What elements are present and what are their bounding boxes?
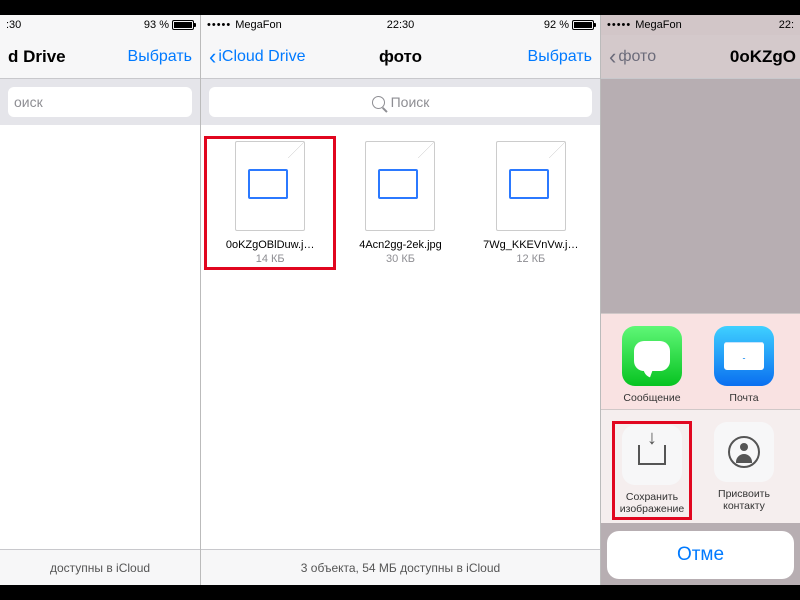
back-button[interactable]: ‹ iCloud Drive — [209, 46, 305, 68]
footer-text: 3 объекта, 54 МБ доступны в iCloud — [301, 561, 500, 575]
file-thumbnail-icon — [365, 141, 435, 231]
file-name: 7Wg_KKEVnVw.j… — [483, 239, 578, 251]
file-size: 14 КБ — [256, 253, 285, 265]
search-field[interactable]: Поиск — [209, 87, 592, 117]
share-item-label: Присвоить контакту — [705, 488, 783, 513]
chevron-left-icon: ‹ — [209, 46, 216, 68]
file-grid: 0oKZgOBlDuw.j… 14 КБ 4Acn2gg-2ek.jpg 30 … — [201, 125, 600, 555]
contact-icon — [714, 422, 774, 482]
nav-title-partial: d Drive — [8, 47, 66, 67]
footer-status: 3 объекта, 54 МБ доступны в iCloud — [201, 549, 600, 585]
file-item[interactable]: 7Wg_KKEVnVw.j… 12 КБ — [466, 137, 596, 269]
file-thumbnail-icon — [496, 141, 566, 231]
file-name: 0oKZgOBlDuw.j… — [226, 239, 315, 251]
select-button[interactable]: Выбрать — [528, 48, 592, 66]
file-item[interactable]: 0oKZgOBlDuw.j… 14 КБ — [205, 137, 335, 269]
search-field[interactable]: оиск — [8, 87, 192, 117]
file-size: 30 КБ — [386, 253, 415, 265]
share-item-label: Сообщение — [623, 392, 680, 405]
carrier-label: MegaFon — [635, 19, 681, 31]
status-bar: :30 93 % — [0, 15, 200, 35]
share-actions-row: Сохранить изображение Присвоить контакту — [601, 409, 800, 523]
footer-text-partial: доступны в iCloud — [50, 561, 150, 575]
share-mail[interactable]: Почта — [705, 326, 783, 405]
back-label: фото — [618, 48, 656, 66]
share-messages[interactable]: Сообщение — [613, 326, 691, 405]
save-image-icon — [622, 425, 682, 485]
content-area — [0, 125, 200, 555]
clock: 22:30 — [201, 19, 600, 31]
screenshot-3: ••••• MegaFon 22: ‹ фото 0oKZgO Сообщени… — [600, 15, 800, 585]
nav-title-partial: 0oKZgO — [730, 47, 796, 67]
file-item[interactable]: 4Acn2gg-2ek.jpg 30 КБ — [335, 137, 465, 269]
signal-dots-icon: ••••• — [607, 19, 631, 31]
file-size: 12 КБ — [516, 253, 545, 265]
search-icon — [372, 96, 385, 109]
status-bar: ••••• MegaFon 22: — [601, 15, 800, 35]
screenshot-1: :30 93 % d Drive Выбрать оиск доступны в… — [0, 15, 200, 585]
screenshot-2: ••••• MegaFon 22:30 92 % ‹ iCloud Drive … — [200, 15, 600, 585]
cancel-button[interactable]: Отме — [607, 531, 794, 579]
back-label: iCloud Drive — [218, 48, 305, 66]
footer-status: доступны в iCloud — [0, 549, 200, 585]
search-placeholder-partial: оиск — [14, 94, 43, 110]
share-sheet: Сообщение Почта Сохранить изображение — [601, 313, 800, 585]
file-name: 4Acn2gg-2ek.jpg — [359, 239, 442, 251]
action-assign-contact[interactable]: Присвоить контакту — [705, 422, 783, 519]
messages-icon — [622, 326, 682, 386]
nav-bar: ‹ фото 0oKZgO — [601, 35, 800, 79]
action-save-image[interactable]: Сохранить изображение — [613, 422, 691, 519]
time-partial: :30 — [6, 19, 21, 31]
share-apps-row: Сообщение Почта — [601, 313, 800, 409]
chevron-left-icon: ‹ — [609, 46, 616, 68]
back-button[interactable]: ‹ фото — [609, 46, 656, 68]
file-thumbnail-icon — [235, 141, 305, 231]
battery-percent: 93 % — [144, 19, 169, 31]
clock-partial: 22: — [779, 19, 794, 31]
battery-indicator: 93 % — [144, 19, 194, 31]
share-item-label: Почта — [729, 392, 758, 405]
cancel-label-partial: Отме — [677, 544, 724, 566]
share-item-label: Сохранить изображение — [616, 491, 688, 516]
mail-icon — [714, 326, 774, 386]
search-bar-container: оиск — [0, 79, 200, 125]
nav-bar: d Drive Выбрать — [0, 35, 200, 79]
search-placeholder: Поиск — [391, 94, 430, 110]
status-bar: ••••• MegaFon 22:30 92 % — [201, 15, 600, 35]
nav-bar: ‹ iCloud Drive фото Выбрать — [201, 35, 600, 79]
select-button[interactable]: Выбрать — [128, 48, 192, 66]
search-bar-container: Поиск — [201, 79, 600, 125]
